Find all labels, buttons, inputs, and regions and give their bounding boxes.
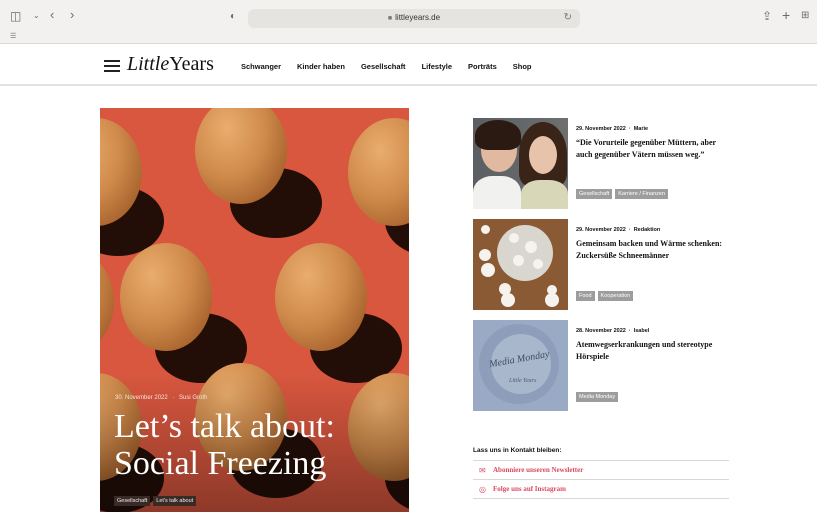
media-monday-sublabel: Little Years: [509, 378, 537, 384]
tag-media-monday[interactable]: Media Monday: [576, 392, 619, 402]
tab-overview-icon[interactable]: ☰: [10, 31, 16, 43]
back-icon[interactable]: ‹: [50, 8, 54, 21]
site-logo[interactable]: LittleYears: [127, 53, 214, 76]
contact-box: Lass uns in Kontakt bleiben: ✉ Abonniere…: [473, 447, 729, 499]
url-text: littleyears.de: [395, 13, 441, 22]
tab-grid-icon[interactable]: ⊞: [801, 10, 809, 22]
reload-icon[interactable]: ↻: [564, 12, 572, 23]
hero-date: 30. November 2022: [115, 395, 168, 401]
article-title[interactable]: Gemeinsam backen und Wärme schenken: Zuc…: [576, 238, 732, 261]
tag-karriere-finanzen[interactable]: Karriere / Finanzen: [615, 189, 669, 199]
hero-author[interactable]: Susi Groth: [179, 395, 207, 401]
tag-gesellschaft[interactable]: Gesellschaft: [114, 496, 151, 506]
address-bar[interactable]: ■ littleyears.de ↻: [248, 9, 580, 28]
lock-icon: ■: [387, 15, 393, 22]
hero-tags: Gesellschaft Let’s talk about: [114, 496, 197, 506]
article-meta: 28. November 2022 · Isabel: [576, 328, 650, 334]
chevron-down-icon[interactable]: ⌄: [33, 10, 40, 22]
share-icon[interactable]: ⇪: [762, 10, 772, 22]
article-meta: 29. November 2022 · Redaktion: [576, 227, 661, 233]
nav-item-kinder-haben[interactable]: Kinder haben: [297, 62, 345, 71]
tag-food[interactable]: Food: [576, 291, 595, 301]
article-tags: Media Monday: [576, 392, 619, 402]
tag-kooperation[interactable]: Kooperation: [597, 291, 634, 301]
article-card[interactable]: 29. November 2022 · Marie “Die Vorurteile …: [473, 118, 733, 210]
site-header: LittleYears Schwanger Kinder haben Gesel…: [0, 44, 817, 86]
hero-title[interactable]: Let’s talk about: Social Freezing: [114, 408, 404, 482]
nav-item-portraets[interactable]: Porträts: [468, 62, 497, 71]
article-thumbnail[interactable]: Media Monday Little Years: [473, 320, 568, 411]
nav-item-lifestyle[interactable]: Lifestyle: [422, 62, 452, 71]
privacy-shield-icon[interactable]: ◐: [230, 11, 236, 23]
tag-gesellschaft[interactable]: Gesellschaft: [576, 189, 613, 199]
menu-icon[interactable]: [104, 60, 120, 72]
contact-title: Lass uns in Kontakt bleiben:: [473, 447, 729, 461]
nav-item-gesellschaft[interactable]: Gesellschaft: [361, 62, 406, 71]
newsletter-link[interactable]: ✉ Abonniere unseren Newsletter: [473, 461, 729, 480]
main-nav: Schwanger Kinder haben Gesellschaft Life…: [241, 62, 548, 71]
tag-lets-talk-about[interactable]: Let’s talk about: [153, 496, 197, 506]
hero-meta: 30. November 2022 · Susi Groth: [115, 395, 208, 401]
article-card[interactable]: Media Monday Little Years 28. November 2…: [473, 320, 733, 412]
browser-toolbar: ◫ ⌄ ‹ › ☰ ◐ ■ littleyears.de ↻ ⇪ + ⊞: [0, 0, 817, 44]
new-tab-icon[interactable]: +: [782, 8, 790, 22]
instagram-link[interactable]: ◎ Folge uns auf Instagram: [473, 480, 729, 499]
article-meta: 29. November 2022 · Marie: [576, 126, 649, 132]
nav-item-schwanger[interactable]: Schwanger: [241, 62, 281, 71]
article-tags: Food Kooperation: [576, 291, 634, 301]
mail-icon: ✉: [479, 465, 486, 475]
article-thumbnail[interactable]: [473, 118, 568, 209]
article-thumbnail[interactable]: [473, 219, 568, 310]
instagram-icon: ◎: [479, 484, 486, 494]
article-title[interactable]: Atemwegserkrankungen und stereotype Hörs…: [576, 339, 732, 362]
sidebar-toggle-icon[interactable]: ◫: [10, 10, 21, 22]
article-title[interactable]: “Die Vorurteile gegenüber Müttern, aber …: [576, 137, 732, 160]
article-card[interactable]: 29. November 2022 · Redaktion Gemeinsam ba…: [473, 219, 733, 311]
article-tags: Gesellschaft Karriere / Finanzen: [576, 189, 669, 199]
forward-icon[interactable]: ›: [70, 8, 74, 21]
nav-item-shop[interactable]: Shop: [513, 62, 532, 71]
hero-article[interactable]: 30. November 2022 · Susi Groth Let’s tal…: [100, 108, 409, 512]
